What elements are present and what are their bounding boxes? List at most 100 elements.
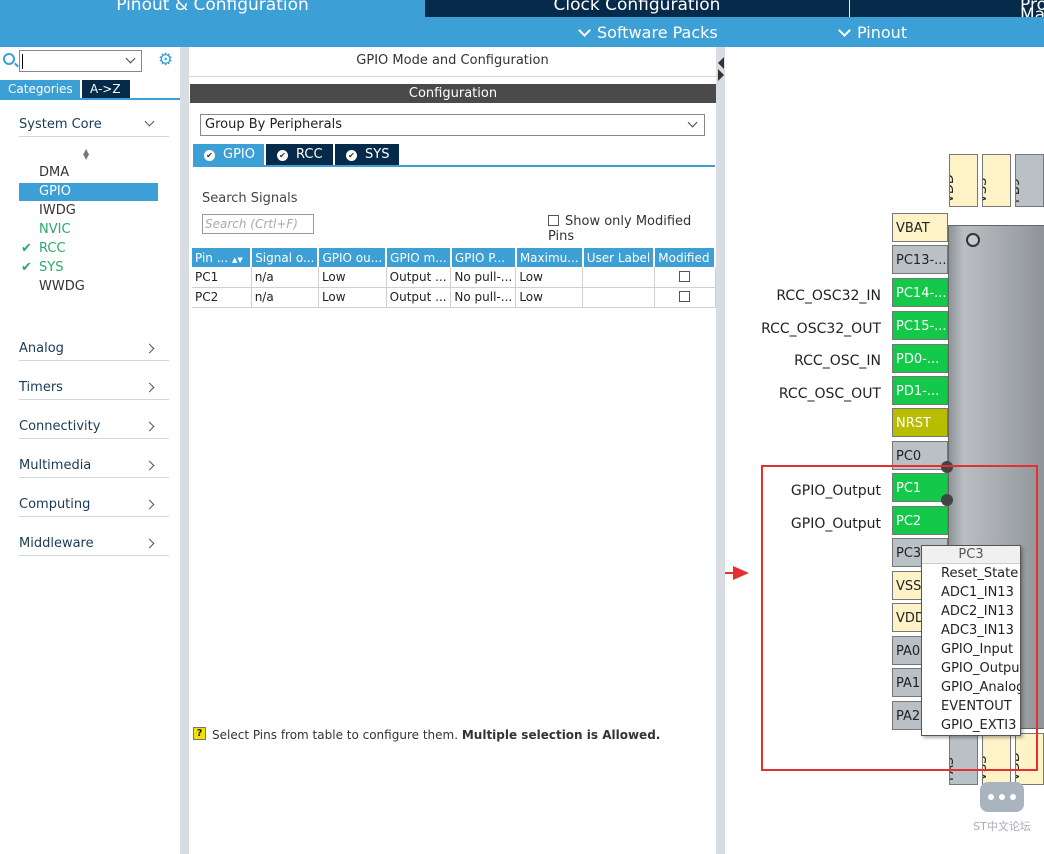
check-icon: ✔ xyxy=(21,241,32,256)
group-middleware[interactable]: Middleware xyxy=(19,536,169,556)
chevron-down-icon xyxy=(687,117,698,128)
group-label: Analog xyxy=(19,341,64,356)
check-icon: ✔ xyxy=(277,150,288,161)
group-by-select[interactable]: Group By Peripherals xyxy=(200,114,705,136)
pin-top-pb9[interactable]: PB9 xyxy=(1015,154,1044,207)
tab-pinout-configuration[interactable]: Pinout & Configuration xyxy=(0,0,425,17)
search-signals-label: Search Signals xyxy=(202,191,298,206)
pin-nrst[interactable]: NRST xyxy=(892,408,948,437)
group-analog[interactable]: Analog xyxy=(19,341,169,361)
pin-pc14[interactable]: PC14-... xyxy=(892,278,948,307)
splitter[interactable] xyxy=(716,47,725,854)
table-header: Pin ... ▲▼ Signal o... GPIO ou... GPIO m… xyxy=(192,248,716,267)
sort-icon[interactable]: ▲▼ xyxy=(83,148,89,161)
group-label: Multimedia xyxy=(19,458,92,473)
col-signal[interactable]: Signal o... xyxy=(251,248,320,267)
show-modified-checkbox[interactable]: Show only Modified Pins xyxy=(548,214,716,244)
col-label: Pin ... xyxy=(195,250,229,265)
tab-rcc[interactable]: ✔ RCC xyxy=(266,144,333,166)
checkbox[interactable] xyxy=(548,215,559,226)
check-icon: ✔ xyxy=(21,260,32,275)
chevron-right-icon xyxy=(144,460,155,471)
group-multimedia[interactable]: Multimedia xyxy=(19,458,169,478)
watermark: ST中文论坛 xyxy=(966,782,1038,834)
pin-pc15[interactable]: PC15-... xyxy=(892,311,948,340)
col-gpio-output[interactable]: GPIO ou... xyxy=(318,248,388,267)
periph-gpio[interactable]: GPIO xyxy=(19,183,158,201)
checkbox[interactable] xyxy=(679,270,691,282)
periph-iwdg[interactable]: IWDG xyxy=(19,202,158,220)
chevron-down-icon[interactable] xyxy=(125,53,136,64)
gear-icon[interactable]: ⚙ xyxy=(158,52,174,69)
col-gpio-mode[interactable]: GPIO m... xyxy=(386,248,452,267)
tab-clock-configuration[interactable]: Clock Configuration xyxy=(425,0,849,17)
tab-gpio-label: GPIO xyxy=(223,147,255,162)
pin-pd0[interactable]: PD0-... xyxy=(892,344,948,373)
search-signals-input[interactable]: Search (Crtl+F) xyxy=(202,214,314,234)
signal-label-pc14: RCC_OSC32_IN xyxy=(776,288,881,304)
group-connectivity[interactable]: Connectivity xyxy=(19,419,169,439)
col-modified[interactable]: Modified xyxy=(654,248,716,267)
periph-rcc[interactable]: ✔ RCC xyxy=(19,240,158,258)
col-gpio-pull[interactable]: GPIO P... xyxy=(450,248,517,267)
sort-icon[interactable]: ▲▼ xyxy=(232,256,243,264)
category-search-input[interactable] xyxy=(19,50,142,72)
help-icon: ? xyxy=(193,727,206,740)
popup-item-adc1[interactable]: ADC1_IN13 xyxy=(922,583,1020,602)
collapse-left-icon[interactable] xyxy=(718,57,724,69)
tab-project-manager[interactable]: Project Manager xyxy=(850,0,1044,17)
tab-categories[interactable]: Categories xyxy=(0,80,80,98)
popup-item-reset-state[interactable]: Reset_State xyxy=(922,564,1020,583)
cell xyxy=(582,287,655,308)
cell: Low xyxy=(318,267,387,288)
cell: No pull-... xyxy=(450,287,517,308)
pinout-menu[interactable]: Pinout xyxy=(838,23,907,42)
expand-right-icon[interactable] xyxy=(718,69,724,81)
annotation-arrow xyxy=(725,566,749,580)
group-label: Middleware xyxy=(19,536,94,551)
popup-item-gpio-input[interactable]: GPIO_Input xyxy=(922,640,1020,659)
group-computing[interactable]: Computing xyxy=(19,497,169,517)
pin-top-vdd[interactable]: VDD xyxy=(949,154,978,207)
tab-sys-label: SYS xyxy=(365,147,390,162)
splitter[interactable] xyxy=(180,47,189,854)
table-row[interactable]: PC1 n/a Low Output ... No pull-... Low xyxy=(192,267,716,288)
popup-item-adc3[interactable]: ADC3_IN13 xyxy=(922,621,1020,640)
cell xyxy=(582,267,655,288)
popup-item-gpio-analog[interactable]: GPIO_Analog xyxy=(922,678,1020,697)
popup-item-adc2[interactable]: ADC2_IN13 xyxy=(922,602,1020,621)
tab-underline xyxy=(193,165,715,167)
group-by-value: Group By Peripherals xyxy=(205,117,342,132)
tab-sys[interactable]: ✔ SYS xyxy=(335,144,399,166)
periph-dma[interactable]: DMA xyxy=(19,164,158,182)
cell: PC2 xyxy=(192,287,252,308)
pin-vbat[interactable]: VBAT xyxy=(892,213,948,242)
periph-sys[interactable]: ✔ SYS xyxy=(19,259,158,277)
software-packs-menu[interactable]: Software Packs xyxy=(578,23,718,42)
group-system-core[interactable]: System Core xyxy=(19,116,169,137)
col-maximum[interactable]: Maximu... xyxy=(515,248,584,267)
col-user-label[interactable]: User Label xyxy=(582,248,656,267)
tab-gpio[interactable]: ✔ GPIO xyxy=(193,144,264,166)
chevron-right-icon xyxy=(144,421,155,432)
tab-underline xyxy=(0,98,180,100)
cell: Low xyxy=(515,287,584,308)
pin-pd1[interactable]: PD1-... xyxy=(892,376,948,405)
popup-item-gpio-exti3[interactable]: GPIO_EXTI3 xyxy=(922,716,1020,735)
pin1-marker xyxy=(966,233,980,247)
col-pin[interactable]: Pin ... ▲▼ xyxy=(192,248,253,267)
pin-top-vss[interactable]: VSS xyxy=(982,154,1011,207)
periph-nvic[interactable]: NVIC xyxy=(19,221,158,239)
group-timers[interactable]: Timers xyxy=(19,380,169,400)
search-icon xyxy=(3,53,15,65)
popup-item-gpio-output[interactable]: GPIO_Output xyxy=(922,659,1020,678)
checkbox[interactable] xyxy=(679,291,691,302)
chevron-right-icon xyxy=(144,343,155,354)
periph-rcc-label: RCC xyxy=(39,241,66,256)
table-row[interactable]: PC2 n/a Low Output ... No pull-... Low xyxy=(192,287,716,308)
pin-label: PB9 xyxy=(1015,177,1023,203)
pin-pc13[interactable]: PC13-... xyxy=(892,245,948,274)
periph-wwdg[interactable]: WWDG xyxy=(19,278,158,296)
popup-item-eventout[interactable]: EVENTOUT xyxy=(922,697,1020,716)
tab-a-z[interactable]: A->Z xyxy=(82,80,130,98)
